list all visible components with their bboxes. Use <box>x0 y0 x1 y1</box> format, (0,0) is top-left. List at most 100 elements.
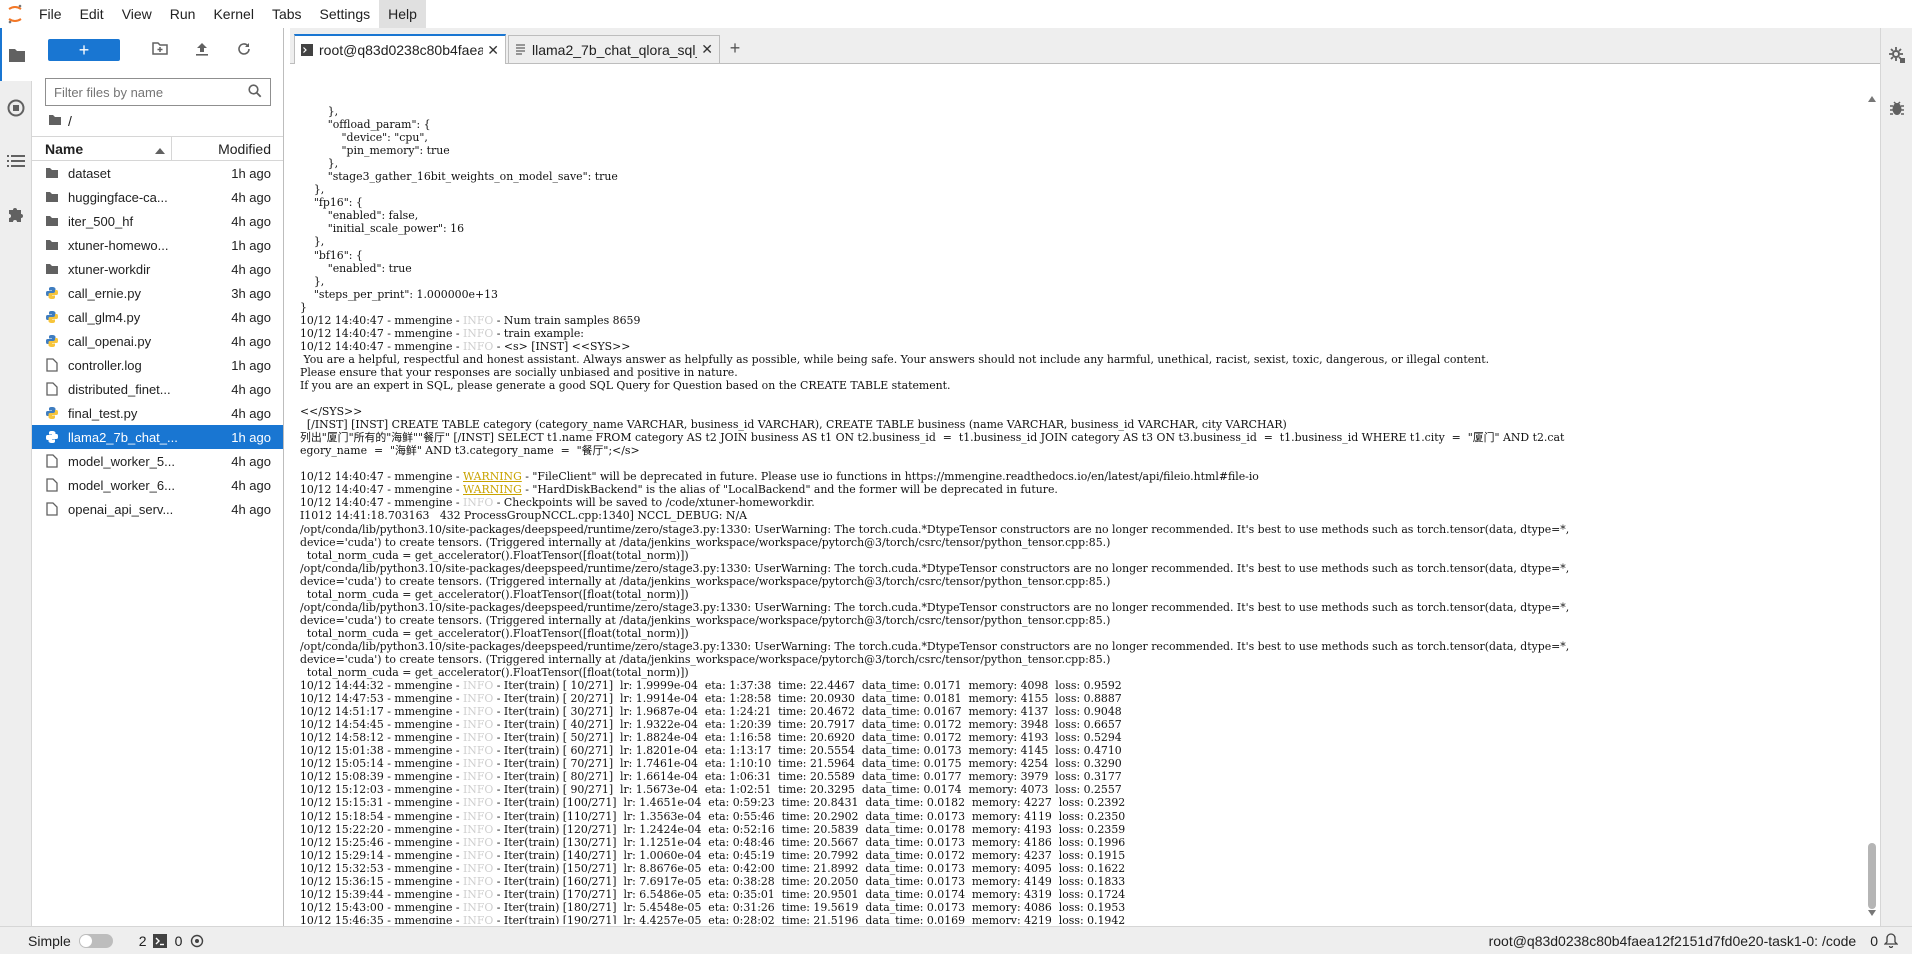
menu-help[interactable]: Help <box>379 0 426 28</box>
file-name: call_openai.py <box>68 333 152 349</box>
kernel-gear-icon[interactable] <box>190 934 204 948</box>
terminal-line: 10/12 15:01:38 - mmengine - INFO - Iter(… <box>300 744 1122 758</box>
menu-file[interactable]: File <box>30 0 71 28</box>
search-icon <box>248 83 262 101</box>
terminal-line: /opt/conda/lib/python3.10/site-packages/… <box>300 639 1570 653</box>
close-icon[interactable]: ✕ <box>487 42 499 59</box>
terminal-line: I1012 14:41:18.703163 432 ProcessGroupNC… <box>300 509 747 523</box>
new-launcher-button[interactable]: + <box>48 39 120 61</box>
menu-tabs[interactable]: Tabs <box>263 0 311 28</box>
file-name: openai_api_serv... <box>68 501 174 517</box>
terminal-line: 10/12 14:40:47 - mmengine - INFO - Check… <box>300 496 815 510</box>
right-sidebar-tabs <box>1880 28 1912 926</box>
terminal-line: 列出"厦门"所有的"海鲜""餐厅" [/INST] SELECT t1.name… <box>300 431 1565 445</box>
file-list: dataset 1h ago huggingface-ca... 4h ago iter… <box>32 161 283 521</box>
close-icon[interactable]: ✕ <box>701 41 713 58</box>
file-list-item[interactable]: model_worker_6... 4h ago <box>32 473 283 497</box>
file-list-item[interactable]: controller.log 1h ago <box>32 353 283 377</box>
terminal-line: /opt/conda/lib/python3.10/site-packages/… <box>300 522 1570 536</box>
modified-column-header[interactable]: Modified <box>172 141 283 157</box>
terminal-line: "device": "cpu", <box>300 131 428 145</box>
terminal-line: 10/12 14:40:47 - mmengine - INFO - train… <box>300 326 584 340</box>
notification-count[interactable]: 0 <box>1870 933 1878 949</box>
file-list-item[interactable]: huggingface-ca... 4h ago <box>32 185 283 209</box>
folder-icon <box>44 189 60 205</box>
file-list-item[interactable]: distributed_finet... 4h ago <box>32 377 283 401</box>
status-bar: Simple 2 0 root@q83d0238c80b4faea12f2151… <box>0 926 1912 954</box>
terminal-scrollbar[interactable] <box>1865 64 1880 924</box>
filter-files-input[interactable] <box>54 84 248 100</box>
menu-edit[interactable]: Edit <box>71 0 113 28</box>
upload-button[interactable] <box>184 39 220 61</box>
file-list-item[interactable]: xtuner-homewo... 1h ago <box>32 233 283 257</box>
menu-bar: File Edit View Run Kernel Tabs Settings Help <box>0 0 1912 28</box>
terminal-line: 10/12 14:47:53 - mmengine - INFO - Iter(… <box>300 692 1122 706</box>
file-list-item[interactable]: call_openai.py 4h ago <box>32 329 283 353</box>
text-file-icon <box>515 43 526 56</box>
scroll-down-arrow-icon[interactable] <box>1868 910 1876 916</box>
terminal-line: /opt/conda/lib/python3.10/site-packages/… <box>300 561 1570 575</box>
terminal-line: 10/12 15:25:46 - mmengine - INFO - Iter(… <box>300 835 1126 849</box>
file-list-item[interactable]: llama2_7b_chat_... 1h ago <box>32 425 283 449</box>
file-name: model_worker_6... <box>68 477 175 493</box>
terminal-line: 10/12 15:05:14 - mmengine - INFO - Iter(… <box>300 757 1122 771</box>
folder-icon[interactable] <box>48 113 62 129</box>
menu-run[interactable]: Run <box>161 0 205 28</box>
refresh-button[interactable] <box>226 39 262 61</box>
terminal-line: "pin_memory": true <box>300 144 450 158</box>
menu-view[interactable]: View <box>113 0 161 28</box>
terminal-line: 10/12 15:32:53 - mmengine - INFO - Iter(… <box>300 861 1126 875</box>
file-list-item[interactable]: dataset 1h ago <box>32 161 283 185</box>
terminal-line: ​ <box>300 392 1859 405</box>
file-list-item[interactable]: final_test.py 4h ago <box>32 401 283 425</box>
terminal-line: 10/12 15:15:31 - mmengine - INFO - Iter(… <box>300 796 1126 810</box>
terminal-line: 10/12 15:29:14 - mmengine - INFO - Iter(… <box>300 848 1126 862</box>
simple-mode-toggle[interactable] <box>78 933 113 948</box>
kernel-count[interactable]: 0 <box>175 933 183 949</box>
tab-config-file[interactable]: llama2_7b_chat_qlora_sql_ ✕ <box>508 35 720 63</box>
file-list-item[interactable]: iter_500_hf 4h ago <box>32 209 283 233</box>
running-sessions-icon[interactable] <box>0 81 32 134</box>
terminal-line: "offload_param": { <box>300 118 431 132</box>
new-folder-button[interactable] <box>142 39 178 61</box>
terminal-line: device='cuda') to create tensors. (Trigg… <box>300 535 1111 549</box>
tab-label: root@q83d0238c80b4faea <box>319 42 484 58</box>
name-column-label: Name <box>45 140 84 157</box>
terminal-line: 10/12 14:40:47 - mmengine - INFO - <s> [… <box>300 339 631 353</box>
scroll-up-arrow-icon[interactable] <box>1868 96 1876 102</box>
menu-settings[interactable]: Settings <box>311 0 380 28</box>
terminal-count[interactable]: 2 <box>139 933 147 949</box>
breadcrumb-root[interactable]: / <box>68 113 72 129</box>
terminal-line: 10/12 14:40:47 - mmengine - INFO - Num t… <box>300 313 641 327</box>
python-file-icon <box>44 405 60 421</box>
file-modified: 1h ago <box>231 429 271 445</box>
tab-terminal[interactable]: root@q83d0238c80b4faea ✕ <box>294 34 506 64</box>
terminal-line: 10/12 15:18:54 - mmengine - INFO - Iter(… <box>300 809 1126 823</box>
terminal-line: total_norm_cuda = get_accelerator().Floa… <box>300 626 689 640</box>
file-list-item[interactable]: openai_api_serv... 4h ago <box>32 497 283 521</box>
file-list-item[interactable]: call_glm4.py 4h ago <box>32 305 283 329</box>
terminal-line: 10/12 15:36:15 - mmengine - INFO - Iter(… <box>300 874 1126 888</box>
terminal-icon[interactable] <box>152 933 167 948</box>
file-browser-tab-icon[interactable] <box>0 28 32 81</box>
file-name: llama2_7b_chat_... <box>68 429 178 445</box>
jupyter-logo-icon <box>0 0 30 28</box>
file-list-item[interactable]: call_ernie.py 3h ago <box>32 281 283 305</box>
sort-ascending-icon <box>155 141 165 157</box>
menu-kernel[interactable]: Kernel <box>204 0 262 28</box>
property-inspector-gear-icon[interactable] <box>1881 28 1912 81</box>
new-tab-button[interactable]: + <box>722 35 748 61</box>
terminal-line: ​ <box>300 457 1859 470</box>
file-list-item[interactable]: xtuner-workdir 4h ago <box>32 257 283 281</box>
file-name: final_test.py <box>68 405 138 421</box>
notification-bell-icon[interactable] <box>1884 933 1898 948</box>
terminal-panel[interactable]: }, "offload_param": { "device": "cpu", "… <box>290 64 1865 924</box>
scrollbar-thumb[interactable] <box>1868 843 1876 909</box>
terminal-line: 10/12 14:44:32 - mmengine - INFO - Iter(… <box>300 679 1122 693</box>
filter-files-box <box>45 78 271 106</box>
table-of-contents-icon[interactable] <box>0 134 32 187</box>
debugger-bug-icon[interactable] <box>1881 81 1912 134</box>
name-column-header[interactable]: Name <box>32 137 172 160</box>
extension-manager-icon[interactable] <box>0 187 32 240</box>
file-list-item[interactable]: model_worker_5... 4h ago <box>32 449 283 473</box>
